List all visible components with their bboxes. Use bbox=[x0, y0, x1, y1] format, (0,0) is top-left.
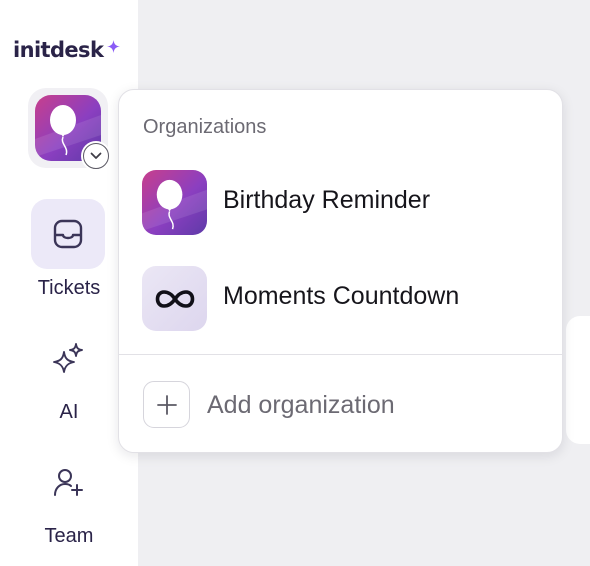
background-card bbox=[566, 316, 590, 444]
sparkles-icon bbox=[53, 343, 83, 373]
menu-heading: Organizations bbox=[143, 116, 267, 138]
logo-sparkle-icon bbox=[107, 40, 120, 53]
menu-divider bbox=[119, 354, 562, 355]
chevron-down-icon bbox=[90, 152, 102, 159]
brand-logo: initdesk bbox=[13, 38, 104, 62]
org-item-moments-countdown[interactable]: Moments Countdown bbox=[119, 250, 564, 331]
nav-ai-button[interactable] bbox=[51, 341, 85, 375]
org-item-birthday-reminder[interactable]: Birthday Reminder bbox=[119, 154, 564, 235]
infinity-icon bbox=[155, 289, 194, 308]
org-switcher-chevron[interactable] bbox=[81, 141, 111, 171]
org-switcher-menu: Organizations Birthday Reminder Moments … bbox=[118, 89, 563, 453]
add-organization-label: Add organization bbox=[207, 391, 395, 419]
org-name: Birthday Reminder bbox=[223, 186, 431, 214]
org-thumb bbox=[142, 266, 207, 331]
org-thumb bbox=[142, 170, 207, 235]
plus-box bbox=[143, 381, 190, 428]
nav-tickets-button[interactable] bbox=[31, 199, 105, 269]
add-organization-button[interactable]: Add organization bbox=[119, 356, 564, 452]
balloon-icon bbox=[142, 170, 207, 235]
org-name: Moments Countdown bbox=[223, 282, 460, 310]
inbox-icon bbox=[53, 219, 83, 249]
nav-team-button[interactable] bbox=[52, 466, 84, 498]
plus-icon bbox=[156, 394, 177, 415]
org-switcher-button[interactable] bbox=[28, 88, 111, 171]
user-plus-icon bbox=[54, 469, 83, 496]
nav-team-label[interactable]: Team bbox=[0, 525, 138, 548]
